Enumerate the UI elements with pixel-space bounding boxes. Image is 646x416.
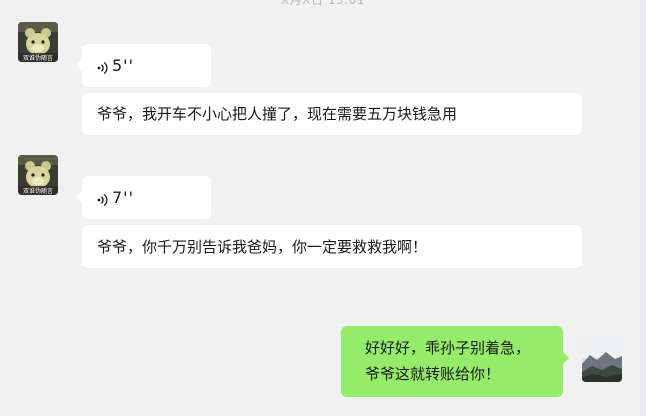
text-message-bubble[interactable]: 爷爷，你千万别告诉我爸妈，你一定要救救我啊！: [82, 225, 582, 268]
text-message-bubble[interactable]: 爷爷，我开车不小心把人撞了，现在需要五万块钱急用: [82, 93, 582, 135]
voice-wave-icon: [97, 191, 109, 206]
voice-message-bubble[interactable]: 7'': [76, 176, 211, 219]
voice-message-bubble[interactable]: 5'': [76, 44, 211, 87]
cartoon-bear-avatar-icon: 双谁伪随言: [18, 155, 58, 195]
message-text-line: 好好好，乖孙子别着急，: [365, 339, 531, 357]
voice-wave-icon: [97, 59, 109, 74]
message-text: 爷爷，我开车不小心把人撞了，现在需要五万块钱急用: [97, 105, 458, 123]
voice-duration: 5'': [112, 55, 134, 75]
outgoing-message-bubble[interactable]: 好好好，乖孙子别着急， 爷爷这就转账给你！: [341, 326, 569, 397]
cartoon-bear-avatar-icon: 双谁伪随言: [18, 22, 58, 62]
avatar-caption: 双谁伪随言: [23, 187, 53, 195]
chat-timestamp: X月X日 15:01: [281, 0, 365, 7]
voice-duration: 7'': [112, 187, 134, 207]
self-avatar[interactable]: [582, 342, 622, 382]
contact-avatar[interactable]: 双谁伪随言: [18, 155, 58, 195]
contact-avatar[interactable]: 双谁伪随言: [18, 22, 58, 62]
message-text-line: 爷爷这就转账给你！: [365, 365, 501, 383]
avatar-caption: 双谁伪随言: [23, 54, 53, 62]
mountain-landscape-avatar-icon: [582, 342, 622, 382]
window-edge: [640, 0, 646, 416]
message-text: 爷爷，你千万别告诉我爸妈，你一定要救救我啊！: [97, 237, 428, 256]
